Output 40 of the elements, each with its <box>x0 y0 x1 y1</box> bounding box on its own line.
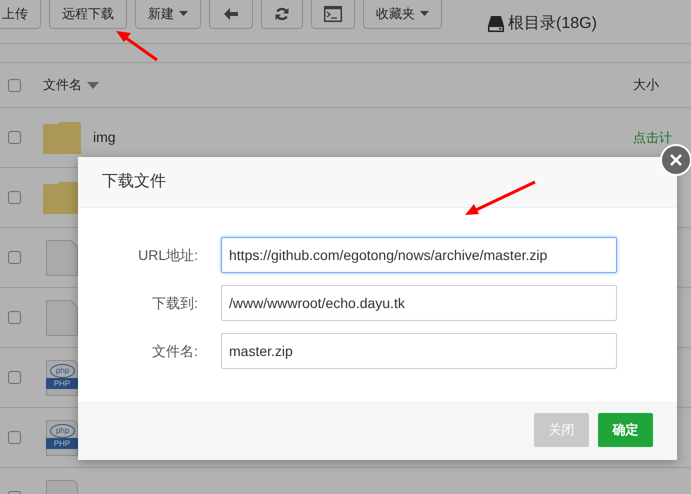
checkbox[interactable] <box>8 371 21 384</box>
checkbox[interactable] <box>8 131 21 144</box>
sort-icon[interactable] <box>87 82 99 88</box>
caret-icon <box>420 11 429 16</box>
annotation-arrow <box>465 180 536 215</box>
refresh-icon <box>275 6 289 20</box>
field-label: 文件名: <box>151 342 198 360</box>
back-button[interactable] <box>209 0 253 29</box>
input-field[interactable]: master.zip <box>221 333 617 369</box>
dropdown-button[interactable]: 新建 <box>135 0 201 29</box>
folder-icon <box>43 122 81 154</box>
dialog-title: 下载文件 <box>102 172 166 192</box>
checkbox[interactable] <box>8 431 21 444</box>
input-field[interactable]: /www/wwwroot/echo.dayu.tk <box>221 285 617 321</box>
terminal-icon <box>324 6 342 22</box>
caret-icon <box>179 11 188 16</box>
disk-label: 根目录(18G) <box>508 14 597 34</box>
drive-icon <box>488 16 504 32</box>
close-icon <box>669 153 683 167</box>
close-button[interactable] <box>660 144 691 176</box>
file-type-label: PHP <box>46 378 78 388</box>
file-name[interactable]: img <box>93 127 116 148</box>
field-label: 下载到: <box>151 294 198 312</box>
checkbox[interactable] <box>8 191 21 204</box>
input-field[interactable]: https://github.com/egotong/nows/archive/master.zip <box>221 237 617 273</box>
annotation-arrow <box>116 31 158 62</box>
checkbox[interactable] <box>8 311 21 324</box>
folder-icon <box>43 182 81 214</box>
toolbar-button[interactable]: 上传 <box>0 0 41 29</box>
file-type-label: PHP <box>46 438 78 448</box>
column-header: 大小 <box>633 77 659 92</box>
refresh-button[interactable] <box>261 0 303 29</box>
toolbar-button[interactable]: 远程下载 <box>49 0 127 29</box>
left-arrow-icon <box>224 8 238 20</box>
field-label: URL地址: <box>137 246 198 264</box>
column-header[interactable]: 文件名 <box>43 75 82 95</box>
checkbox[interactable] <box>8 78 21 92</box>
dropdown-button[interactable]: 收藏夹 <box>363 0 442 29</box>
checkbox[interactable] <box>8 251 21 264</box>
terminal-button[interactable] <box>311 0 355 29</box>
